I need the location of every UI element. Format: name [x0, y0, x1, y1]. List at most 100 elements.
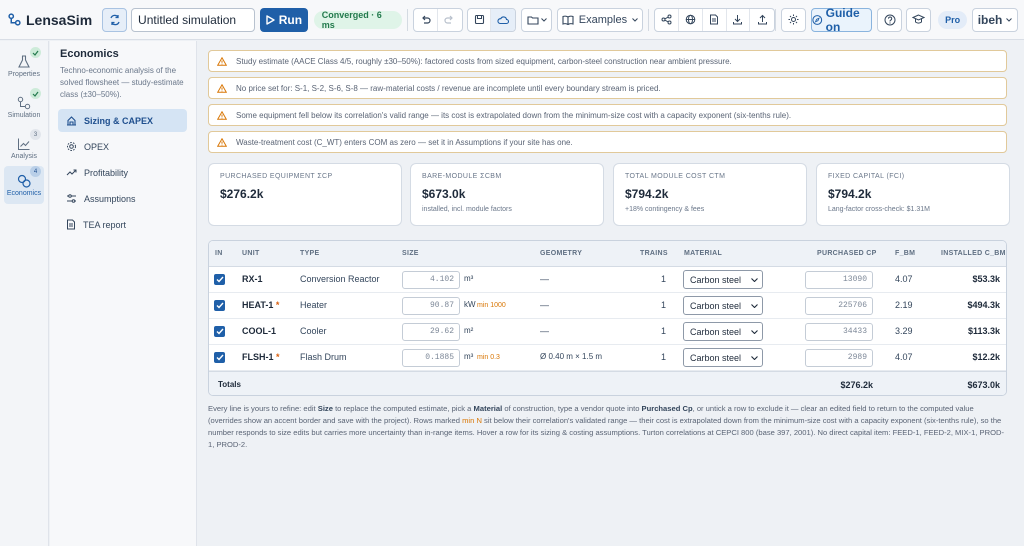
learn-button[interactable]: [906, 7, 932, 32]
table-row[interactable]: FLSH-1 * Flash Drum 0.1885 m³ min 0.3 Ø …: [209, 345, 1006, 371]
examples-dropdown[interactable]: Examples: [556, 7, 643, 32]
footnote-term: Purchased Cp: [641, 404, 693, 413]
toolbar-divider: [775, 8, 777, 31]
toolbar-divider: [406, 8, 408, 31]
compass-icon: [812, 14, 823, 25]
graduation-cap-icon: [912, 14, 926, 24]
publish-button[interactable]: [679, 8, 703, 31]
material-select[interactable]: Carbon steel: [683, 322, 763, 341]
size-input[interactable]: 0.1885: [402, 349, 460, 367]
purchased-cp-input[interactable]: 2989: [805, 349, 873, 367]
purchased-cp-input[interactable]: 225706: [805, 297, 873, 315]
footnote-text: of construction, type a vendor quote int…: [502, 404, 642, 413]
cloud-save-button[interactable]: [491, 8, 516, 31]
redo-button[interactable]: [438, 9, 462, 31]
warning-text: Some equipment fell below its correlatio…: [236, 110, 792, 120]
table-header: IN UNIT TYPE SIZE GEOMETRY TRAINS MATERI…: [209, 241, 1006, 267]
subnav-item-assumptions[interactable]: Assumptions: [58, 187, 187, 210]
section-description: Techno-economic analysis of the solved f…: [60, 66, 184, 99]
table-row[interactable]: HEAT-1 * Heater 90.87 kW min 1000 — 1 Ca…: [209, 293, 1006, 319]
column-header-installed-cbm: INSTALLED C_BM: [941, 250, 1006, 257]
table-row[interactable]: RX-1 Conversion Reactor 4.102 m³ — 1 Car…: [209, 267, 1006, 293]
rail-item-properties[interactable]: Properties: [4, 47, 44, 85]
purchased-cp-input[interactable]: 34433: [805, 323, 873, 341]
rail-item-economics[interactable]: Economics 4: [4, 166, 44, 204]
purchased-cp-input[interactable]: 13090: [805, 271, 873, 289]
kpi-label: PURCHASED EQUIPMENT ΣCP: [220, 173, 333, 180]
include-checkbox[interactable]: [214, 300, 225, 311]
unit-type: Conversion Reactor: [300, 274, 380, 284]
undo-button[interactable]: [414, 8, 438, 31]
subnav-item-opex[interactable]: OPEX: [58, 135, 187, 158]
app-logo[interactable]: LensaSim: [8, 12, 92, 28]
table-totals-row: Totals $276.2k $673.0k: [209, 371, 1006, 395]
warning-icon: [217, 110, 227, 120]
count-badge: 3: [30, 129, 41, 140]
new-project-button[interactable]: [102, 7, 128, 32]
material-select[interactable]: Carbon steel: [683, 270, 763, 289]
check-badge-icon: [30, 47, 41, 58]
footnote-term: Material: [473, 404, 503, 413]
trains: 1: [661, 274, 667, 284]
min-range-note: min 0.3: [477, 354, 500, 361]
open-menu-button[interactable]: [521, 7, 552, 32]
size-input[interactable]: 90.87: [402, 297, 460, 315]
rail-item-simulation[interactable]: Simulation: [4, 88, 44, 126]
geometry: —: [540, 326, 549, 336]
column-header-in: IN: [215, 250, 223, 257]
include-checkbox[interactable]: [214, 274, 225, 285]
sun-icon: [788, 14, 799, 25]
kpi-value: $794.2k: [828, 187, 872, 201]
rail-item-analysis[interactable]: Analysis 3: [4, 129, 44, 167]
include-checkbox[interactable]: [214, 352, 225, 363]
table-footnote: Every line is yours to refine: edit Size…: [208, 403, 1008, 451]
unit-type: Heater: [300, 300, 328, 310]
unit-name: COOL-1: [242, 326, 277, 336]
save-button[interactable]: [468, 8, 492, 31]
check-badge-icon: [30, 88, 41, 99]
column-header-geometry: GEOMETRY: [540, 250, 583, 257]
project-name-input[interactable]: [131, 7, 256, 32]
run-button[interactable]: Run: [260, 7, 308, 32]
subnav-item-sizing-capex[interactable]: Sizing & CAPEX: [58, 109, 187, 132]
include-checkbox[interactable]: [214, 326, 225, 337]
totals-label: Totals: [218, 380, 241, 389]
warning-icon: [217, 56, 227, 66]
rail-label: Economics: [6, 189, 42, 197]
column-header-type: TYPE: [300, 250, 320, 257]
coins-icon: [17, 174, 31, 188]
material-select[interactable]: Carbon steel: [683, 296, 763, 315]
trend-icon: [66, 169, 77, 176]
size-input[interactable]: 29.62: [402, 323, 460, 341]
kpi-note: installed, incl. module factors: [422, 206, 512, 213]
kpi-note: Lang-factor cross-check: $1.31M: [828, 206, 930, 213]
redo-icon: [444, 15, 453, 24]
table-row[interactable]: COOL-1 Cooler 29.62 m² — 1 Carbon steel …: [209, 319, 1006, 345]
material-select[interactable]: Carbon steel: [683, 348, 763, 367]
check-icon: [216, 302, 224, 309]
min-range-note: min 1000: [477, 302, 506, 309]
undo-icon: [421, 15, 431, 24]
size-input[interactable]: 4.102: [402, 271, 460, 289]
fbm-value: 2.19: [895, 300, 913, 310]
theme-toggle-button[interactable]: [781, 7, 807, 32]
share-button[interactable]: [655, 8, 679, 31]
check-icon: [216, 354, 224, 361]
help-button[interactable]: [877, 7, 903, 32]
subnav-item-profitability[interactable]: Profitability: [58, 161, 187, 184]
kpi-label: BARE-MODULE ΣCBM: [422, 173, 502, 180]
kpi-note: +18% contingency & fees: [625, 206, 705, 213]
size-unit: m²: [464, 326, 474, 335]
share-export-group: [653, 7, 776, 32]
refresh-file-icon: [109, 14, 120, 25]
material-value: Carbon steel: [690, 326, 742, 337]
user-menu-button[interactable]: ibeh: [972, 7, 1018, 32]
column-header-unit: UNIT: [242, 250, 260, 257]
subnav-item-tea-report[interactable]: TEA report: [58, 213, 187, 236]
report-button[interactable]: [703, 8, 727, 31]
upload-button[interactable]: [750, 9, 774, 31]
download-button[interactable]: [727, 8, 751, 31]
guide-toggle-button[interactable]: Guide on: [811, 6, 873, 34]
kpi-card-purchased-equipment: PURCHASED EQUIPMENT ΣCP $276.2k: [208, 163, 402, 226]
app-name: LensaSim: [26, 11, 93, 28]
